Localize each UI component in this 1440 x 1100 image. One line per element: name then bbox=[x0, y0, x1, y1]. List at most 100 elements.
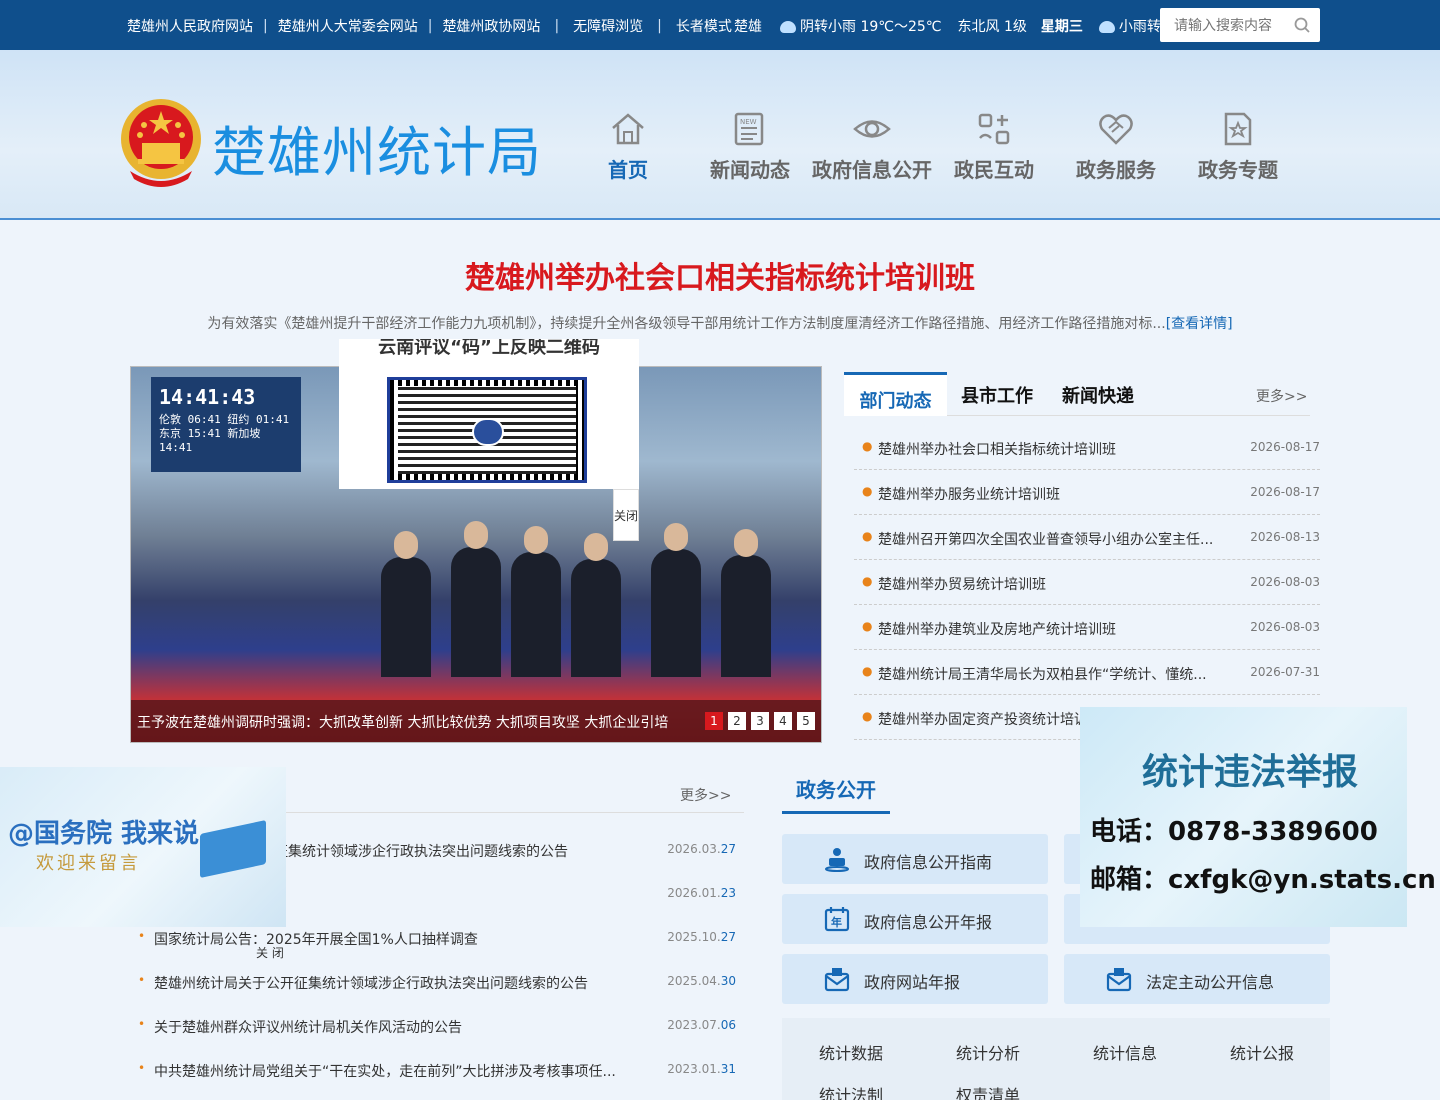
weather-weekday: 星期三 bbox=[1040, 19, 1083, 35]
list-item[interactable]: • 中共楚雄州统计局党组关于“干在实处，走在前列”大比拼涉及考核事项任... 202… bbox=[130, 1049, 736, 1093]
slide-caption[interactable]: 王予波在楚雄州调研时强调：大抓改革创新 大抓比较优势 大抓项目攻坚 大抓企业引培 bbox=[137, 712, 668, 732]
news-tabs: 部门动态 县市工作 新闻快递 更多>> bbox=[844, 370, 1310, 416]
notice-more-link[interactable]: 更多>> bbox=[680, 785, 731, 805]
link-npc[interactable]: 楚雄州人大常委会网站 bbox=[278, 16, 418, 36]
bullet-icon: ● bbox=[862, 574, 873, 588]
search-box bbox=[1160, 8, 1320, 42]
notice-date: 2023.01.31 bbox=[667, 1062, 736, 1076]
gov-info-annual-report-button[interactable]: 年 政府信息公开年报 bbox=[782, 894, 1048, 944]
report-violation-float[interactable]: 统计违法举报 电话：0878-3389600 邮箱：cxfgk@yn.stats… bbox=[1080, 707, 1436, 927]
topic-icon bbox=[1224, 112, 1252, 146]
list-item[interactable]: • 关于楚雄州群众评议州统计局机关作风活动的公告 2023.07.06 bbox=[130, 1005, 736, 1049]
calendar-year-icon: 年 bbox=[824, 907, 850, 932]
news-title[interactable]: 楚雄州举办建筑业及房地产统计培训班 bbox=[878, 619, 1116, 639]
notice-title[interactable]: 关于楚雄州群众评议州统计局机关作风活动的公告 bbox=[154, 1017, 462, 1037]
svg-text:NEW: NEW bbox=[740, 118, 757, 126]
site-annual-report-button[interactable]: 政府网站年报 bbox=[782, 954, 1048, 1004]
stat-link[interactable]: 统计信息 bbox=[1093, 1040, 1157, 1064]
separator: | bbox=[263, 18, 268, 34]
cloud-rain-icon bbox=[780, 21, 796, 33]
list-item[interactable]: ● 楚雄州举办贸易统计培训班 2026-08-03 bbox=[854, 560, 1320, 605]
tab-dept-news[interactable]: 部门动态 bbox=[844, 372, 947, 416]
search-icon[interactable] bbox=[1294, 17, 1310, 33]
svg-text:年: 年 bbox=[831, 915, 842, 929]
guide-icon bbox=[825, 848, 849, 872]
news-title[interactable]: 楚雄州统计局王清华局长为双柏县作“学统计、懂统... bbox=[878, 664, 1207, 684]
report-email: 邮箱：cxfgk@yn.stats.cn bbox=[1090, 865, 1436, 895]
button-label: 政府信息公开指南 bbox=[864, 853, 993, 872]
news-list: ● 楚雄州举办社会口相关指标统计培训班 2026-08-17 ● 楚雄州举办服务业统计… bbox=[854, 425, 1320, 740]
notice-title[interactable]: 国家统计局公告：2025年开展全国1%人口抽样调查 bbox=[154, 929, 478, 949]
summary-text: 为有效落实《楚雄州提升干部经济工作能力九项机制》，持续提升全州各级领导干部用统计… bbox=[207, 316, 1166, 332]
notice-title[interactable]: 楚雄州统计局关于公开征集统计领域涉企行政执法突出问题线索的公告 bbox=[154, 973, 588, 993]
gwy-close-button[interactable]: 关 闭 bbox=[256, 944, 284, 961]
slide-pagination: 1 2 3 4 5 bbox=[705, 712, 815, 730]
list-item[interactable]: • 楚雄州统计局关于公开征集统计领域涉企行政执法突出问题线索的公告 2025.04.… bbox=[130, 961, 736, 1005]
news-title[interactable]: 楚雄州举办服务业统计培训班 bbox=[878, 484, 1060, 504]
button-label: 政府信息公开年报 bbox=[864, 913, 993, 932]
slide-dot[interactable]: 2 bbox=[728, 712, 746, 730]
slide-dot[interactable]: 1 bbox=[705, 712, 723, 730]
button-label: 政府网站年报 bbox=[864, 973, 961, 992]
stat-link[interactable]: 权责清单 bbox=[956, 1082, 1020, 1100]
link-cppcc[interactable]: 楚雄州政协网站 bbox=[442, 16, 540, 36]
exchange-screen: 14:41:43 伦敦 06:41 纽约 01:41 东京 15:41 新加坡 … bbox=[151, 377, 301, 472]
nav-services[interactable]: 政务服务 bbox=[1055, 110, 1177, 183]
news-date: 2026-08-03 bbox=[1250, 575, 1320, 589]
news-title[interactable]: 楚雄州召开第四次全国农业普查领导小组办公室主任... bbox=[878, 529, 1213, 549]
slide-dot[interactable]: 4 bbox=[774, 712, 792, 730]
top-links: 楚雄州人民政府网站 | 楚雄州人大常委会网站 | 楚雄州政协网站 | 无障碍浏览… bbox=[127, 16, 732, 36]
tab-county-work[interactable]: 县市工作 bbox=[961, 382, 1033, 408]
nav-interaction[interactable]: 政民互动 bbox=[933, 110, 1055, 183]
nav-news[interactable]: NEW 新闻动态 bbox=[689, 110, 811, 183]
list-item[interactable]: ● 楚雄州举办服务业统计培训班 2026-08-17 bbox=[854, 470, 1320, 515]
list-item[interactable]: ● 楚雄州举办建筑业及房地产统计培训班 2026-08-03 bbox=[854, 605, 1320, 650]
gov-affairs-title[interactable]: 政务公开 bbox=[782, 770, 890, 814]
link-gov[interactable]: 楚雄州人民政府网站 bbox=[127, 16, 253, 36]
screen-row: 东京 15:41 新加坡 14:41 bbox=[159, 427, 261, 454]
screen-clock: 14:41:43 bbox=[159, 385, 256, 409]
stat-link[interactable]: 统计法制 bbox=[819, 1082, 883, 1100]
qr-title: 云南评议“码”上反映二维码 bbox=[378, 339, 600, 358]
notice-title[interactable]: 开征集统计领域涉企行政执法突出问题线索的公告 bbox=[260, 841, 568, 861]
separator: | bbox=[427, 18, 433, 34]
headline-title[interactable]: 楚雄州举办社会口相关指标统计培训班 bbox=[0, 253, 1440, 297]
news-more-link[interactable]: 更多>> bbox=[1256, 386, 1307, 406]
bullet-icon: ● bbox=[862, 619, 873, 633]
news-title[interactable]: 楚雄州举办贸易统计培训班 bbox=[878, 574, 1046, 594]
nav-home[interactable]: 首页 bbox=[567, 110, 689, 183]
list-item[interactable]: ● 楚雄州统计局王清华局长为双柏县作“学统计、懂统... 2026-07-31 bbox=[854, 650, 1320, 695]
news-title[interactable]: 楚雄州举办固定资产投资统计培训 bbox=[878, 709, 1088, 729]
news-title[interactable]: 楚雄州举办社会口相关指标统计培训班 bbox=[878, 439, 1116, 459]
link-elder-mode[interactable]: 长者模式 bbox=[676, 16, 732, 36]
bullet-icon: ● bbox=[862, 664, 873, 678]
stat-link[interactable]: 统计数据 bbox=[819, 1040, 883, 1064]
stat-link[interactable]: 统计公报 bbox=[1230, 1040, 1294, 1064]
notice-date: 2023.07.06 bbox=[667, 1018, 736, 1032]
notice-date: 2025.04.30 bbox=[667, 974, 736, 988]
news-date: 2026-07-31 bbox=[1250, 665, 1320, 679]
qr-popup[interactable]: 云南评议“码”上反映二维码 bbox=[339, 339, 639, 489]
qr-logo-icon bbox=[472, 418, 504, 446]
statutory-disclosure-button[interactable]: 法定主动公开信息 bbox=[1064, 954, 1330, 1004]
list-item[interactable]: ● 楚雄州举办社会口相关指标统计培训班 2026-08-17 bbox=[854, 425, 1320, 470]
gov-info-guide-button[interactable]: 政府信息公开指南 bbox=[782, 834, 1048, 884]
qr-close-button[interactable]: 关闭 bbox=[613, 489, 639, 541]
bullet-icon: ● bbox=[862, 439, 873, 453]
nav-label: 政民互动 bbox=[954, 158, 1034, 182]
notice-title[interactable]: 中共楚雄州统计局党组关于“干在实处，走在前列”大比拼涉及考核事项任... bbox=[154, 1061, 616, 1081]
search-input[interactable] bbox=[1160, 8, 1280, 42]
stat-link[interactable]: 统计分析 bbox=[956, 1040, 1020, 1064]
state-council-float[interactable]: @国务院 我来说 欢迎来留言 bbox=[0, 767, 286, 927]
mail-report-icon bbox=[1106, 968, 1132, 992]
link-accessible[interactable]: 无障碍浏览 bbox=[573, 16, 643, 36]
slide-dot[interactable]: 3 bbox=[751, 712, 769, 730]
weather-wind: 东北风 1级 bbox=[957, 19, 1027, 35]
nav-topics[interactable]: 政务专题 bbox=[1177, 110, 1299, 183]
slide-dot[interactable]: 5 bbox=[797, 712, 815, 730]
view-detail-link[interactable]: [查看详情] bbox=[1166, 316, 1233, 332]
tab-news-express[interactable]: 新闻快递 bbox=[1062, 382, 1134, 408]
list-item[interactable]: ● 楚雄州召开第四次全国农业普查领导小组办公室主任... 2026-08-13 bbox=[854, 515, 1320, 560]
bullet-icon: ● bbox=[862, 484, 873, 498]
nav-gov-info[interactable]: 政府信息公开 bbox=[811, 110, 933, 183]
